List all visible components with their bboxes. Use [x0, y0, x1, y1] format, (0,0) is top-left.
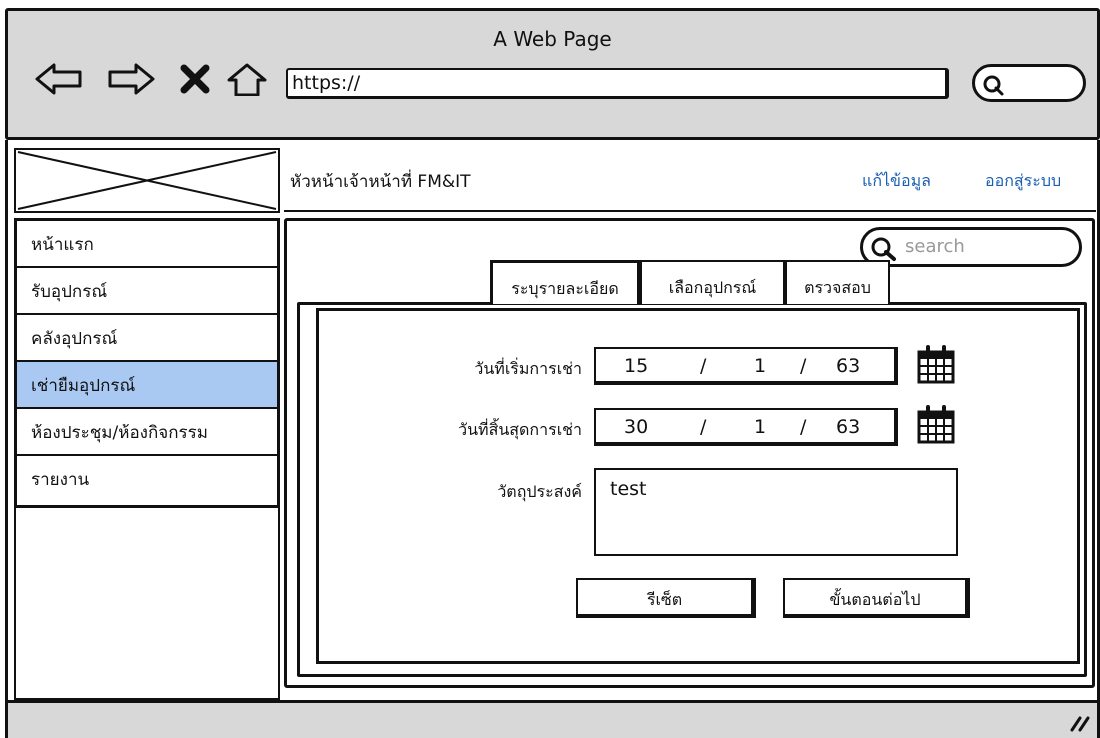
browser-search-button[interactable]: [972, 64, 1086, 102]
tab-details[interactable]: ระบุรายละเอียด: [490, 260, 640, 304]
purpose-textarea[interactable]: test: [594, 468, 958, 556]
end-date-day: 30: [624, 416, 649, 438]
end-date-year: 63: [836, 416, 861, 438]
logo-placeholder: [14, 148, 280, 213]
date-separator: /: [700, 416, 707, 438]
date-separator: /: [800, 416, 807, 438]
window-title: A Web Page: [493, 27, 612, 51]
end-date-label: วันที่สิ้นสุดการเช่า: [458, 420, 582, 439]
sidebar-item-equipment-inventory[interactable]: คลังอุปกรณ์: [17, 315, 277, 362]
end-date-month: 1: [754, 416, 767, 438]
calendar-icon[interactable]: [916, 404, 956, 444]
date-separator: /: [800, 355, 807, 377]
sidebar-item-receive-equipment[interactable]: รับอุปกรณ์: [17, 268, 277, 315]
sidebar-item-home[interactable]: หน้าแรก: [17, 221, 277, 268]
start-date-month: 1: [754, 355, 767, 377]
tab-review[interactable]: ตรวจสอบ: [785, 260, 890, 304]
start-date-year: 63: [836, 355, 861, 377]
sidebar-item-reports[interactable]: รายงาน: [17, 456, 277, 503]
tab-select-equipment[interactable]: เลือกอุปกรณ์: [640, 260, 785, 304]
sidebar-item-meeting-activity-rooms[interactable]: ห้องประชุม/ห้องกิจกรรม: [17, 409, 277, 456]
start-date-field[interactable]: 15 / 1 / 63: [594, 347, 898, 385]
resize-grip-icon[interactable]: [1068, 712, 1092, 732]
home-icon[interactable]: [226, 62, 268, 96]
calendar-icon[interactable]: [916, 344, 956, 384]
close-icon[interactable]: [178, 62, 212, 96]
end-date-field[interactable]: 30 / 1 / 63: [594, 408, 898, 446]
search-icon: [871, 237, 896, 261]
search-icon: [983, 75, 1004, 96]
url-bar[interactable]: https://: [286, 68, 949, 99]
start-date-label: วันที่เริ่มการเช่า: [474, 359, 582, 378]
purpose-label: วัตถุประสงค์: [497, 482, 582, 501]
header-divider: [284, 210, 1096, 212]
start-date-day: 15: [624, 355, 649, 377]
status-bar: [5, 700, 1100, 738]
reset-button[interactable]: รีเซ็ต: [576, 578, 756, 618]
back-arrow-icon[interactable]: [34, 62, 84, 96]
edit-profile-link[interactable]: แก้ไข้อมูล: [862, 169, 931, 194]
forward-arrow-icon[interactable]: [106, 62, 156, 96]
page-title: หัวหน้าเจ้าหน้าที่ FM&IT: [290, 172, 471, 192]
sidebar-item-rent-borrow-equipment[interactable]: เช่ายืมอุปกรณ์: [17, 362, 277, 409]
logout-link[interactable]: ออกสู่ระบบ: [985, 169, 1061, 194]
sidebar-menu: หน้าแรก รับอุปกรณ์ คลังอุปกรณ์ เช่ายืมอุ…: [14, 218, 280, 508]
next-step-button[interactable]: ขั้นตอนต่อไป: [783, 578, 970, 618]
image-placeholder-icon: [17, 151, 277, 210]
date-separator: /: [700, 355, 707, 377]
